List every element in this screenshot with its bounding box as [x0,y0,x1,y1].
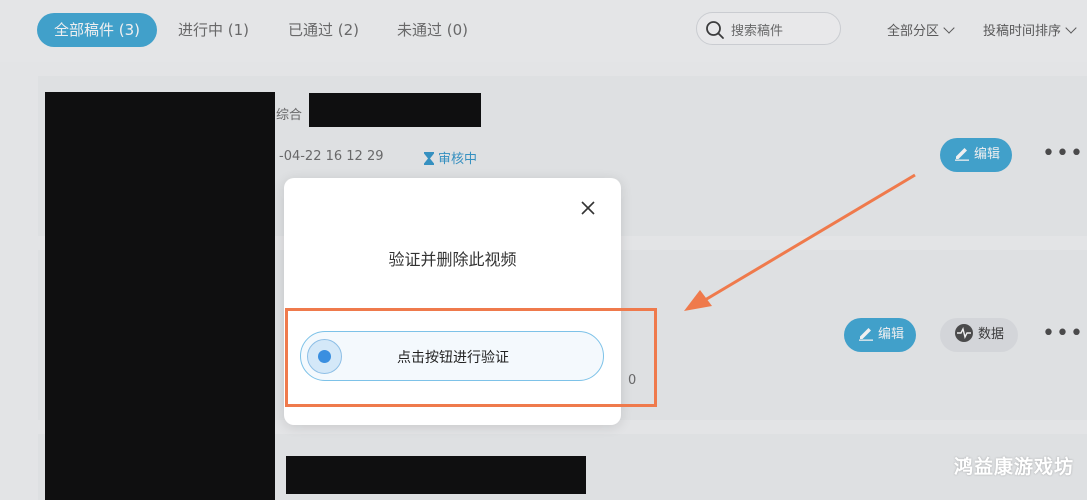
close-icon[interactable] [580,200,596,216]
dialog-title: 验证并删除此视频 [388,250,517,269]
watermark: 鸿益康游戏坊 [954,456,1075,478]
highlight-box [285,308,657,407]
